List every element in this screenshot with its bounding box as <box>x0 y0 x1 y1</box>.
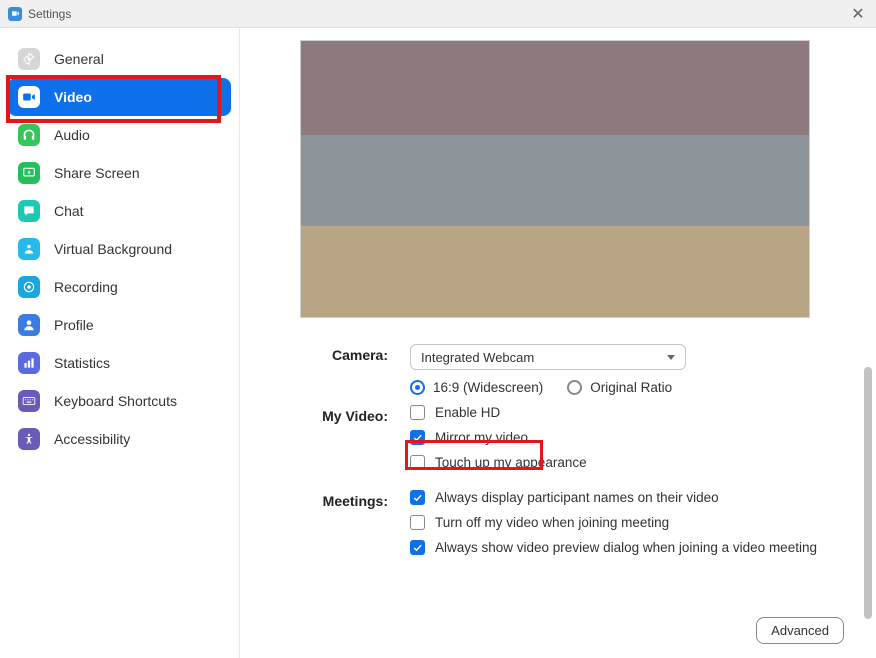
accessibility-icon <box>18 428 40 450</box>
keyboard-icon <box>18 390 40 412</box>
sidebar-item-label: Keyboard Shortcuts <box>54 393 177 409</box>
sidebar-item-audio[interactable]: Audio <box>0 116 239 154</box>
sidebar-item-profile[interactable]: Profile <box>0 306 239 344</box>
sidebar-item-video[interactable]: Video <box>8 78 231 116</box>
checkbox-label: Always display participant names on thei… <box>435 490 719 505</box>
camera-label: Camera: <box>300 344 388 395</box>
meetings-checkbox[interactable]: Turn off my video when joining meeting <box>410 515 848 530</box>
titlebar: Settings ✕ <box>0 0 876 28</box>
my-video-checkbox[interactable]: Enable HD <box>410 405 848 420</box>
checkbox-label: Mirror my video <box>435 430 528 445</box>
sidebar-item-label: Recording <box>54 279 118 295</box>
checkbox-label: Touch up my appearance <box>435 455 587 470</box>
checkbox-icon <box>410 455 425 470</box>
radio-icon <box>410 380 425 395</box>
stats-icon <box>18 352 40 374</box>
headphones-icon <box>18 124 40 146</box>
checkbox-icon <box>410 490 425 505</box>
sidebar: General Video Audio Share Screen Chat Virtual… <box>0 28 240 658</box>
my-video-checkbox[interactable]: Touch up my appearance <box>410 455 848 470</box>
checkbox-icon <box>410 515 425 530</box>
app-icon <box>8 7 22 21</box>
camera-select[interactable]: Integrated Webcam <box>410 344 686 370</box>
radio-icon <box>567 380 582 395</box>
checkbox-label: Enable HD <box>435 405 500 420</box>
share-screen-icon <box>18 162 40 184</box>
sidebar-item-label: Audio <box>54 127 90 143</box>
window-title: Settings <box>28 7 848 21</box>
close-icon[interactable]: ✕ <box>848 4 868 24</box>
sidebar-item-share[interactable]: Share Screen <box>0 154 239 192</box>
scrollbar-thumb[interactable] <box>864 367 872 619</box>
sidebar-item-vbg[interactable]: Virtual Background <box>0 230 239 268</box>
checkbox-icon <box>410 430 425 445</box>
checkbox-icon <box>410 540 425 555</box>
sidebar-item-label: Share Screen <box>54 165 140 181</box>
aspect-radio[interactable]: 16:9 (Widescreen) <box>410 380 543 395</box>
sidebar-item-label: General <box>54 51 104 67</box>
scrollbar[interactable] <box>864 367 872 619</box>
sidebar-item-recording[interactable]: Recording <box>0 268 239 306</box>
sidebar-item-general[interactable]: General <box>0 40 239 78</box>
meetings-checkbox[interactable]: Always show video preview dialog when jo… <box>410 540 848 555</box>
radio-label: 16:9 (Widescreen) <box>433 380 543 395</box>
advanced-button[interactable]: Advanced <box>756 617 844 644</box>
person-icon <box>18 238 40 260</box>
aspect-radio[interactable]: Original Ratio <box>567 380 672 395</box>
sidebar-item-stats[interactable]: Statistics <box>0 344 239 382</box>
sidebar-item-label: Accessibility <box>54 431 130 447</box>
gear-icon <box>18 48 40 70</box>
my-video-label: My Video: <box>300 405 388 480</box>
meetings-checkbox[interactable]: Always display participant names on thei… <box>410 490 848 505</box>
sidebar-item-shortcuts[interactable]: Keyboard Shortcuts <box>0 382 239 420</box>
checkbox-icon <box>410 405 425 420</box>
meetings-label: Meetings: <box>300 490 388 565</box>
sidebar-item-label: Chat <box>54 203 84 219</box>
sidebar-item-chat[interactable]: Chat <box>0 192 239 230</box>
sidebar-item-label: Virtual Background <box>54 241 172 257</box>
sidebar-item-a11y[interactable]: Accessibility <box>0 420 239 458</box>
my-video-checkbox[interactable]: Mirror my video <box>410 430 848 445</box>
checkbox-label: Always show video preview dialog when jo… <box>435 540 817 555</box>
video-icon <box>18 86 40 108</box>
record-icon <box>18 276 40 298</box>
sidebar-item-label: Video <box>54 89 92 105</box>
content-panel: Camera: Integrated Webcam 16:9 (Widescre… <box>240 28 876 658</box>
sidebar-item-label: Statistics <box>54 355 110 371</box>
user-icon <box>18 314 40 336</box>
camera-select-value: Integrated Webcam <box>421 350 534 365</box>
chat-icon <box>18 200 40 222</box>
video-preview <box>300 40 810 318</box>
radio-label: Original Ratio <box>590 380 672 395</box>
checkbox-label: Turn off my video when joining meeting <box>435 515 669 530</box>
sidebar-item-label: Profile <box>54 317 94 333</box>
